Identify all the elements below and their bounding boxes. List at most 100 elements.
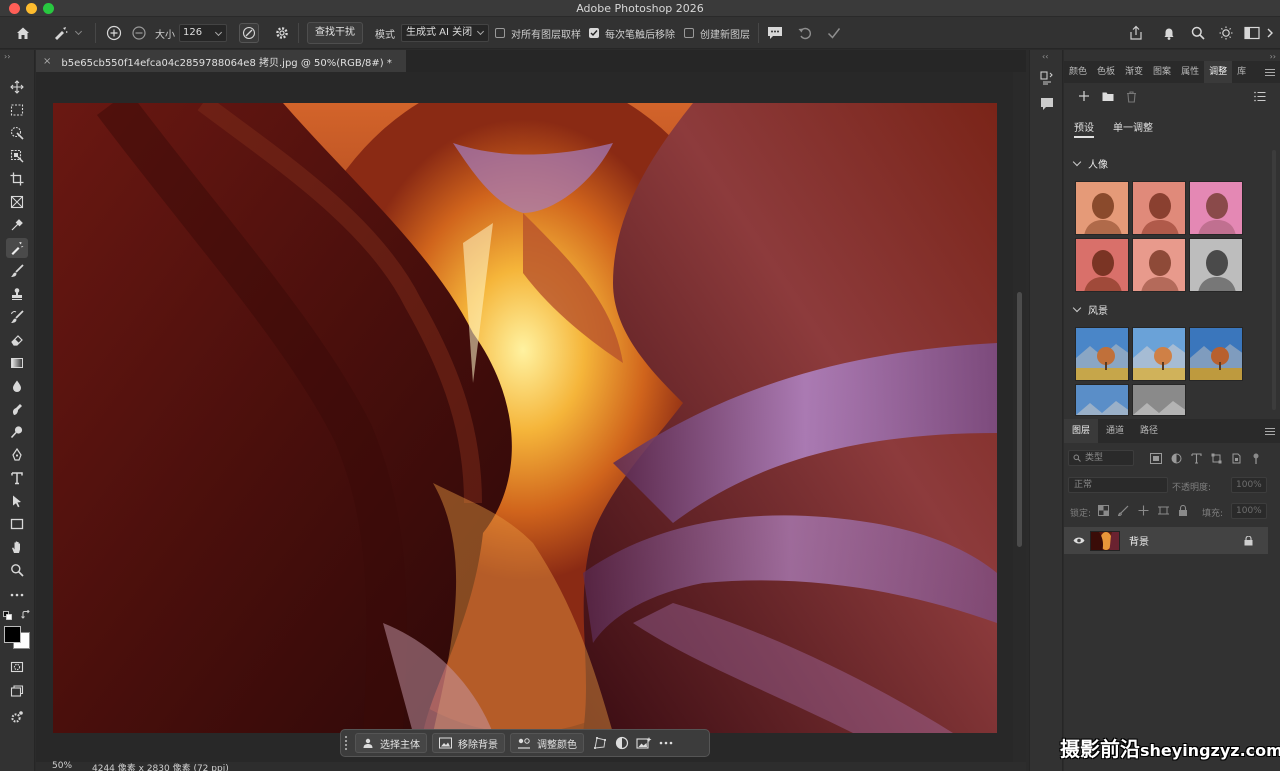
edit-toolbar-button[interactable] xyxy=(6,707,28,727)
portrait-preset-6[interactable] xyxy=(1189,238,1243,292)
add-preset-button[interactable] xyxy=(1078,90,1090,105)
drag-handle-icon[interactable] xyxy=(344,734,348,752)
group-landscape[interactable]: 风景 xyxy=(1072,302,1108,317)
foreground-color-swatch[interactable] xyxy=(4,626,21,643)
layer-filter-select[interactable]: 类型 xyxy=(1068,450,1134,466)
lock-artboard-icon[interactable] xyxy=(1158,505,1169,516)
list-view-button[interactable] xyxy=(1254,91,1266,105)
collapse-panel-icon[interactable]: ›› xyxy=(4,52,10,61)
pen-tool[interactable] xyxy=(6,445,28,465)
canvas-area[interactable] xyxy=(36,72,1026,762)
eraser-tool[interactable] xyxy=(6,330,28,350)
smudge-tool[interactable] xyxy=(6,399,28,419)
shape-filter-icon[interactable] xyxy=(1211,453,1222,464)
subtract-brush-mode-button[interactable] xyxy=(131,17,147,49)
commit-button[interactable] xyxy=(826,17,842,49)
photo-canvas[interactable] xyxy=(53,103,997,733)
landscape-preset-4[interactable] xyxy=(1075,384,1129,416)
generative-fill-button[interactable] xyxy=(633,733,655,753)
adjustment-layer-button[interactable] xyxy=(611,733,633,753)
remove-background-button[interactable]: 移除背景 xyxy=(432,733,505,753)
landscape-preset-3[interactable] xyxy=(1189,327,1243,381)
subtab-presets[interactable]: 预设 xyxy=(1074,119,1094,138)
quick-select-tool[interactable] xyxy=(6,123,28,143)
landscape-preset-1[interactable] xyxy=(1075,327,1129,381)
tab-layers[interactable]: 图层 xyxy=(1064,419,1099,443)
collapse-right-panel-icon[interactable]: ›› xyxy=(1270,52,1276,61)
quick-mask-button[interactable] xyxy=(6,657,28,677)
sample-all-layers-checkbox[interactable]: 对所有图层取样 xyxy=(495,17,581,49)
tab-gradients[interactable]: 渐变 xyxy=(1120,61,1148,83)
subtab-single-adjustments[interactable]: 单一调整 xyxy=(1113,119,1153,134)
adjust-color-button[interactable]: 调整颜色 xyxy=(510,733,584,753)
opacity-field[interactable]: 100% xyxy=(1231,477,1267,493)
eye-icon[interactable] xyxy=(1073,536,1085,545)
workspace-button[interactable] xyxy=(1244,17,1260,49)
portrait-preset-2[interactable] xyxy=(1132,181,1186,235)
type-tool[interactable] xyxy=(6,468,28,488)
tool-preset-picker[interactable] xyxy=(52,17,83,49)
select-subject-button[interactable]: 选择主体 xyxy=(355,733,427,753)
filter-toggle-icon[interactable] xyxy=(1251,453,1261,464)
document-tab[interactable]: × b5e65cb550f14efca04c2859788064e8 拷贝.jp… xyxy=(36,50,406,72)
vertical-scrollbar[interactable] xyxy=(1013,72,1026,762)
share-button[interactable] xyxy=(1128,17,1144,49)
portrait-preset-5[interactable] xyxy=(1132,238,1186,292)
eyedropper-tool[interactable] xyxy=(6,215,28,235)
mode-select[interactable]: 生成式 AI 关闭 xyxy=(401,24,490,42)
history-brush-tool[interactable] xyxy=(6,307,28,327)
dodge-tool[interactable] xyxy=(6,422,28,442)
blend-mode-select[interactable]: 正常 xyxy=(1068,477,1168,493)
history-panel-button[interactable] xyxy=(1039,70,1055,89)
portrait-preset-4[interactable] xyxy=(1075,238,1129,292)
stamp-tool[interactable] xyxy=(6,284,28,304)
new-group-button[interactable] xyxy=(1102,91,1114,105)
path-select-tool[interactable] xyxy=(6,491,28,511)
rectangle-tool[interactable] xyxy=(6,514,28,534)
home-button[interactable] xyxy=(15,17,31,49)
comments-panel-button[interactable] xyxy=(1039,96,1055,115)
tab-swatches[interactable]: 色板 xyxy=(1092,61,1120,83)
type-filter-icon[interactable] xyxy=(1191,453,1202,464)
undo-button[interactable] xyxy=(797,17,813,49)
remove-after-stroke-checkbox[interactable]: 每次笔触后移除 xyxy=(589,17,675,49)
move-tool[interactable] xyxy=(6,77,28,97)
expand-panel-icon[interactable]: ‹‹ xyxy=(1042,52,1048,61)
pressure-size-button[interactable] xyxy=(239,17,259,49)
group-portrait[interactable]: 人像 xyxy=(1072,156,1108,171)
panel-menu-icon[interactable] xyxy=(1265,67,1275,78)
gradient-tool[interactable] xyxy=(6,353,28,373)
lock-all-icon[interactable] xyxy=(1178,505,1188,516)
settings-button[interactable] xyxy=(275,17,289,49)
tab-properties[interactable]: 属性 xyxy=(1176,61,1204,83)
frame-tool[interactable] xyxy=(6,192,28,212)
hand-tool[interactable] xyxy=(6,537,28,557)
object-select-tool[interactable] xyxy=(6,146,28,166)
workspace-chevron[interactable] xyxy=(1266,17,1274,49)
fill-field[interactable]: 100% xyxy=(1231,503,1267,519)
portrait-preset-3[interactable] xyxy=(1189,181,1243,235)
swap-colors-icon[interactable] xyxy=(21,609,31,623)
landscape-preset-5[interactable] xyxy=(1132,384,1186,416)
lock-pixels-icon[interactable] xyxy=(1118,505,1129,516)
smart-object-filter-icon[interactable] xyxy=(1231,453,1242,464)
adjustment-filter-icon[interactable] xyxy=(1171,453,1182,464)
lock-position-icon[interactable] xyxy=(1138,505,1149,516)
tab-adjustments[interactable]: 调整 xyxy=(1204,61,1233,83)
more-options-button[interactable] xyxy=(655,733,677,753)
feedback-button[interactable] xyxy=(766,17,784,49)
notifications-button[interactable] xyxy=(1161,17,1177,49)
marquee-tool[interactable] xyxy=(6,100,28,120)
document-info[interactable]: 4244 像素 x 2830 像素 (72 ppi) xyxy=(92,761,229,771)
find-distractions-button[interactable]: 查找干扰 xyxy=(307,22,363,44)
lock-transparent-icon[interactable] xyxy=(1098,505,1109,516)
screen-mode-button[interactable] xyxy=(6,681,28,701)
brush-tool[interactable] xyxy=(6,261,28,281)
tab-libraries[interactable]: 库 xyxy=(1232,61,1251,83)
transform-button[interactable] xyxy=(589,733,611,753)
tab-paths[interactable]: 路径 xyxy=(1132,419,1166,443)
create-new-layer-checkbox[interactable]: 创建新图层 xyxy=(684,17,750,49)
tab-color[interactable]: 颜色 xyxy=(1064,61,1092,83)
zoom-level[interactable]: 50% xyxy=(52,761,72,771)
presets-scrollbar[interactable] xyxy=(1272,150,1276,410)
